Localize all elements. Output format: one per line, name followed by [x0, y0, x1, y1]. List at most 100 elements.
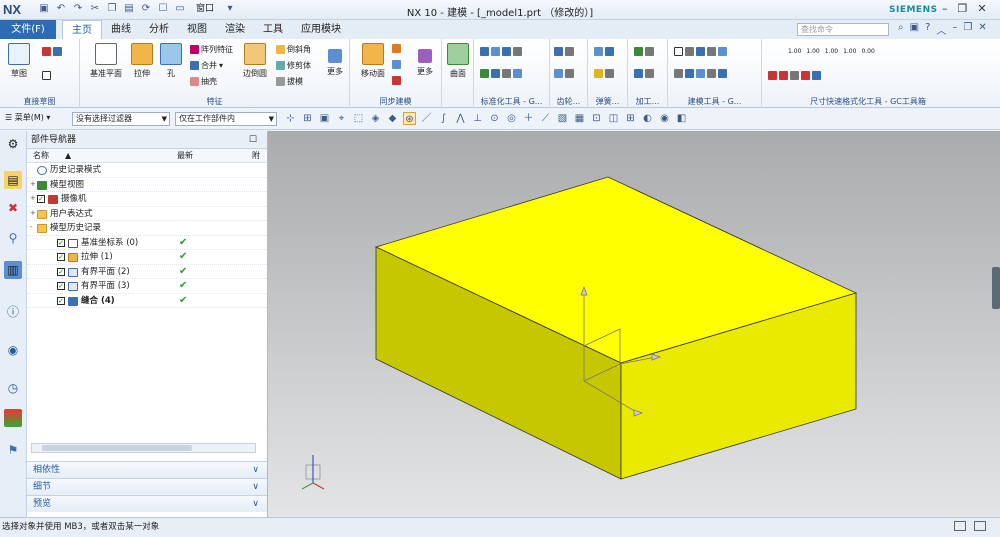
- trim-body-button[interactable]: 修剪体: [276, 60, 311, 71]
- quadrant-icon[interactable]: ◎: [505, 112, 518, 125]
- minimize-icon[interactable]: –: [942, 2, 948, 15]
- sketch-curve-button[interactable]: [42, 47, 62, 56]
- surface-button[interactable]: 曲面: [446, 43, 470, 79]
- move-face-button[interactable]: 移动面: [358, 43, 388, 79]
- help-icon[interactable]: ?: [925, 22, 930, 37]
- palette-icon[interactable]: [4, 409, 22, 427]
- collapse-ribbon-icon[interactable]: ︿: [936, 22, 946, 37]
- role-icon[interactable]: ⚑: [4, 441, 22, 459]
- visibility-checkbox[interactable]: ✓: [57, 282, 65, 290]
- datum-plane-button[interactable]: 基准平面: [88, 43, 124, 79]
- gear-tools-row1[interactable]: [554, 47, 574, 56]
- tree-row[interactable]: ✓ 拉伸 (1) ✔: [27, 250, 267, 265]
- web-browser-icon[interactable]: ◉: [4, 341, 22, 359]
- tree-row[interactable]: ✓ 缝合 (4) ✔: [27, 294, 267, 308]
- standard-tools-row2[interactable]: [480, 69, 522, 78]
- intersect-icon[interactable]: ⋀: [454, 112, 467, 125]
- collapse-icon[interactable]: -: [30, 224, 36, 231]
- view-icon[interactable]: ⊡: [590, 112, 603, 125]
- shade-icon[interactable]: ◉: [658, 112, 671, 125]
- curve-icon[interactable]: ∫: [437, 112, 450, 125]
- machining-tools-row1[interactable]: [634, 47, 654, 56]
- dim-format-0[interactable]: 1.00: [788, 48, 801, 55]
- line-icon[interactable]: ／: [420, 112, 433, 125]
- column-name[interactable]: 名称: [33, 149, 49, 163]
- history-icon[interactable]: ◷: [4, 379, 22, 397]
- expand-icon[interactable]: +: [30, 195, 36, 202]
- chevron-down-icon[interactable]: ∨: [252, 479, 259, 496]
- visibility-checkbox[interactable]: ✓: [57, 238, 65, 247]
- status-icon[interactable]: [954, 521, 966, 531]
- tab-6[interactable]: 应用模块: [292, 20, 350, 39]
- close-icon[interactable]: ✕: [978, 22, 986, 37]
- unite-button[interactable]: 合并 ▾: [190, 60, 223, 71]
- chevron-down-icon[interactable]: ∨: [252, 496, 259, 513]
- tree-row[interactable]: 历史记录模式: [27, 163, 267, 178]
- visibility-checkbox[interactable]: ✓: [57, 253, 65, 261]
- center-icon[interactable]: ⊙: [488, 112, 501, 125]
- chevron-down-icon[interactable]: ∨: [252, 462, 259, 479]
- visibility-checkbox[interactable]: ✓: [57, 296, 65, 305]
- expand-icon[interactable]: +: [30, 209, 36, 217]
- point-icon[interactable]: ▣: [318, 112, 331, 125]
- face-icon[interactable]: ▧: [556, 112, 569, 125]
- tab-5[interactable]: 工具: [254, 20, 292, 39]
- panel-2[interactable]: 预览 ∨: [27, 495, 267, 512]
- select-icon[interactable]: ⊹: [284, 112, 297, 125]
- tab-4[interactable]: 渲染: [216, 20, 254, 39]
- info-icon[interactable]: ⓘ: [4, 303, 22, 321]
- close-icon[interactable]: ✕: [977, 2, 986, 15]
- modeling-tools-row2[interactable]: [674, 69, 727, 78]
- grid-icon[interactable]: ▦: [573, 112, 586, 125]
- extrude-button[interactable]: 拉伸: [130, 43, 154, 79]
- dim-format-2[interactable]: 1.00: [825, 48, 838, 55]
- lasso-icon[interactable]: ⌖: [335, 112, 348, 125]
- constraint-navigator-icon[interactable]: ⚲: [4, 229, 22, 247]
- tab-1[interactable]: 曲线: [102, 20, 140, 39]
- maximize-icon[interactable]: ☐: [249, 131, 257, 149]
- display-icon[interactable]: ◧: [675, 112, 688, 125]
- modeling-tools-row1[interactable]: [674, 47, 727, 56]
- table-icon[interactable]: ⊞: [624, 112, 637, 125]
- feature-more-button[interactable]: 更多: [324, 43, 346, 77]
- sort-up-icon[interactable]: ▲: [65, 149, 71, 163]
- graphics-viewport[interactable]: [268, 131, 1000, 517]
- cube-icon[interactable]: ◈: [369, 112, 382, 125]
- selection-scope-select[interactable]: 仅在工作部件内 ▼: [175, 112, 277, 126]
- shell-button[interactable]: 抽壳: [190, 76, 217, 87]
- tree-row[interactable]: - 模型历史记录: [27, 221, 267, 236]
- solid-icon[interactable]: ◆: [386, 112, 399, 125]
- hole-button[interactable]: 孔: [160, 43, 182, 79]
- part-navigator-icon[interactable]: ▤: [4, 171, 22, 189]
- tree-row[interactable]: + 模型视图: [27, 178, 267, 192]
- restore-icon[interactable]: ❐: [958, 2, 968, 15]
- column-extra[interactable]: 附: [252, 149, 260, 163]
- settings-icon[interactable]: ⚙: [4, 135, 22, 153]
- tab-2[interactable]: 分析: [140, 20, 178, 39]
- visibility-checkbox[interactable]: ✓: [37, 195, 45, 203]
- expand-icon[interactable]: +: [30, 180, 36, 188]
- tree-row[interactable]: + ✓ 摄像机: [27, 192, 267, 207]
- panel-1[interactable]: 细节 ∨: [27, 478, 267, 495]
- minimize-icon[interactable]: –: [952, 22, 957, 37]
- restore-icon[interactable]: ❐: [963, 22, 972, 37]
- sync-tool-2[interactable]: [392, 60, 401, 69]
- layout-icon[interactable]: ▣: [910, 22, 919, 37]
- tree-row[interactable]: ✓ 有界平面 (3) ✔: [27, 279, 267, 294]
- assembly-navigator-icon[interactable]: ✖: [4, 199, 22, 217]
- pattern-feature-button[interactable]: 阵列特征: [190, 44, 233, 55]
- orient-icon[interactable]: ◫: [607, 112, 620, 125]
- render-icon[interactable]: ◐: [641, 112, 654, 125]
- tree-row[interactable]: ✓ 基准坐标系 (0) ✔: [27, 236, 267, 250]
- sync-tool-1[interactable]: [392, 44, 401, 53]
- edge-blend-button[interactable]: 边倒圆: [240, 43, 270, 79]
- draft-button[interactable]: 拔模: [276, 76, 303, 87]
- side-panel-handle[interactable]: [992, 267, 1000, 309]
- sync-tool-3[interactable]: [392, 76, 401, 85]
- dim-format-3[interactable]: 1.00: [843, 48, 856, 55]
- triad-icon[interactable]: [301, 455, 325, 490]
- snap-grid-icon[interactable]: ⊛: [403, 112, 416, 125]
- command-search-input[interactable]: 查找命令: [797, 23, 889, 36]
- chamfer-button[interactable]: 倒斜角: [276, 44, 311, 55]
- menu-button[interactable]: ☰ 菜单(M) ▾: [5, 112, 50, 123]
